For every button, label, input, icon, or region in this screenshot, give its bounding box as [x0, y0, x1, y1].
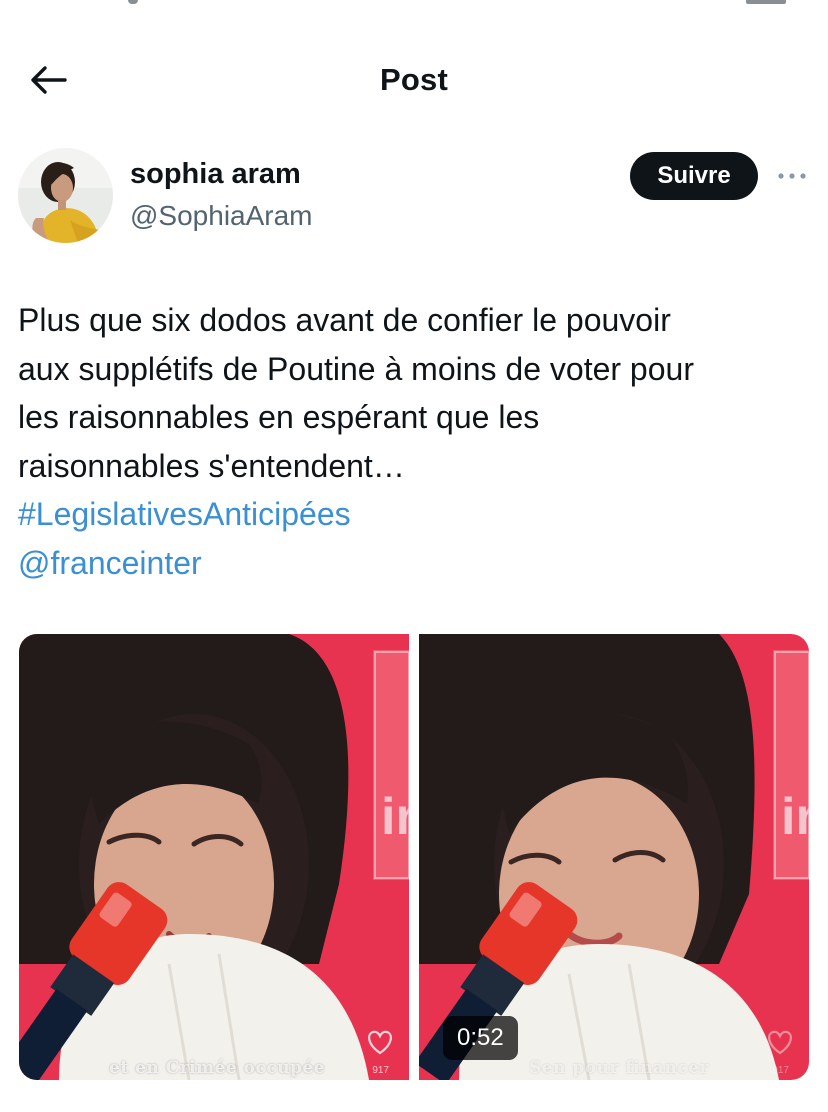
- like-count: 917: [772, 1065, 789, 1076]
- hashtag-link[interactable]: #LegislativesAnticipées: [18, 490, 808, 539]
- svg-text:ir: ir: [781, 788, 809, 846]
- video-thumbnail[interactable]: ir et en Crimée occupée 917: [19, 634, 409, 1080]
- like-count: 917: [372, 1065, 389, 1076]
- post-text-line: Plus que six dodos avant de confier le p…: [18, 302, 671, 338]
- page-title: Post: [380, 62, 448, 97]
- post-text-line: raisonnables s'entendent…: [18, 447, 405, 484]
- battery-icon: [746, 0, 786, 4]
- heart-icon: [368, 1030, 392, 1055]
- subtitle-caption: et en Crimée occupée: [109, 1058, 326, 1078]
- follow-button[interactable]: Suivre: [630, 152, 758, 200]
- post-author: sophia aram @SophiaAram Suivre: [18, 148, 810, 248]
- avatar[interactable]: [18, 148, 113, 243]
- more-options-button[interactable]: [774, 162, 810, 190]
- heart-icon: [768, 1030, 792, 1055]
- post-body: Plus que six dodos avant de confier le p…: [18, 296, 808, 587]
- svg-text:ir: ir: [381, 788, 409, 846]
- video-thumbnail[interactable]: ir Sen pour financer 917 0:52: [419, 634, 809, 1080]
- mention-link[interactable]: @franceinter: [18, 539, 808, 588]
- top-bar: Post: [0, 50, 828, 110]
- video-duration-badge: 0:52: [443, 1016, 518, 1060]
- subtitle-caption: Sen pour financer: [529, 1058, 709, 1078]
- status-indicator: [128, 0, 138, 4]
- status-bar-fragment: [0, 0, 828, 12]
- author-handle[interactable]: @SophiaAram: [130, 200, 313, 232]
- post-text-line: aux supplétifs de Poutine à moins de vot…: [18, 350, 694, 387]
- post-text-line: les raisonnables en espérant que les: [18, 399, 540, 435]
- media-grid: ir et en Crimée occupée 917 ir Sen pour …: [19, 634, 809, 1080]
- more-dots-icon: [778, 173, 806, 179]
- author-name[interactable]: sophia aram: [130, 158, 301, 191]
